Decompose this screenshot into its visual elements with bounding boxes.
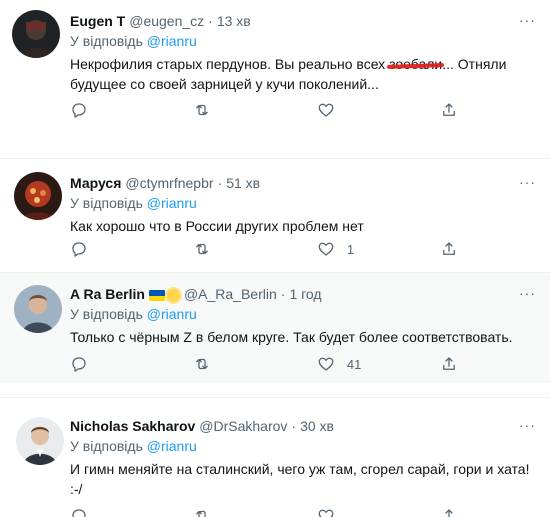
tweet-text-part: Некрофилия старых пердунов. Вы реально в… bbox=[70, 56, 390, 72]
profile-emojis bbox=[148, 289, 180, 302]
ukraine-flag-icon bbox=[148, 290, 165, 301]
reply-prefix: У відповідь bbox=[70, 195, 143, 211]
reply-prefix: У відповідь bbox=[70, 438, 143, 454]
redacted-word: зоебали bbox=[389, 56, 443, 72]
share-icon bbox=[443, 357, 456, 370]
share-icon bbox=[443, 509, 455, 517]
reply-icon bbox=[72, 357, 86, 372]
heart-icon bbox=[318, 242, 334, 256]
separator-dot: · bbox=[280, 286, 286, 302]
retweet-icon bbox=[196, 243, 209, 255]
reply-prefix: У відповідь bbox=[70, 33, 143, 49]
retweet-icon bbox=[196, 510, 207, 517]
timestamp[interactable]: 13 хв bbox=[217, 12, 251, 30]
mention-link[interactable]: @rianru bbox=[147, 33, 197, 49]
author-name[interactable]: A Ra Berlin bbox=[70, 285, 145, 303]
reply-icon bbox=[72, 103, 86, 118]
more-options-button[interactable]: ··· bbox=[519, 285, 536, 301]
tweet[interactable]: Маруся @ctymrfnepbr · 51 хв У відповідь … bbox=[0, 162, 550, 268]
like-button[interactable] bbox=[317, 101, 440, 119]
retweet-button[interactable] bbox=[193, 355, 316, 373]
share-icon bbox=[443, 103, 456, 116]
more-options-button[interactable]: ··· bbox=[519, 417, 536, 433]
like-count: 41 bbox=[346, 356, 362, 372]
tweet-text: Некрофилия старых пердунов. Вы реально в… bbox=[70, 54, 538, 94]
share-icon bbox=[443, 242, 456, 255]
author-name[interactable]: Eugen T bbox=[70, 12, 125, 30]
heart-icon bbox=[318, 357, 334, 371]
reply-context: У відповідь @rianru bbox=[70, 437, 538, 455]
reply-context: У відповідь @rianru bbox=[70, 194, 538, 212]
retweet-button[interactable] bbox=[193, 101, 316, 119]
reply-context: У відповідь @rianru bbox=[70, 32, 538, 50]
share-button[interactable] bbox=[440, 240, 470, 258]
separator-dot: · bbox=[291, 418, 297, 434]
reply-button[interactable] bbox=[70, 240, 193, 258]
retweet-button[interactable] bbox=[193, 240, 316, 258]
tweet-text: Только с чёрным Z в белом круге. Так буд… bbox=[70, 329, 513, 345]
share-button[interactable] bbox=[440, 101, 470, 119]
retweet-button[interactable] bbox=[193, 507, 316, 517]
share-button[interactable] bbox=[440, 355, 470, 373]
sunflower-icon bbox=[166, 289, 180, 302]
like-button[interactable] bbox=[317, 507, 440, 517]
timestamp[interactable]: 1 год bbox=[289, 285, 321, 303]
reply-context: У відповідь @rianru bbox=[70, 305, 538, 323]
author-handle[interactable]: @DrSakharov bbox=[199, 417, 287, 435]
tweet-text: И гимн меняйте на сталинский, чего уж та… bbox=[70, 461, 530, 497]
author-handle[interactable]: @A_Ra_Berlin bbox=[184, 285, 277, 303]
divider bbox=[0, 158, 550, 159]
tweet[interactable]: Nicholas Sakharov @DrSakharov · 30 хв У … bbox=[0, 405, 550, 517]
like-button[interactable]: 41 bbox=[317, 355, 440, 373]
retweet-icon bbox=[196, 104, 209, 116]
like-button[interactable]: 1 bbox=[317, 240, 440, 258]
avatar[interactable] bbox=[16, 417, 64, 465]
author-handle[interactable]: @eugen_cz bbox=[129, 12, 204, 30]
avatar[interactable] bbox=[12, 10, 60, 58]
mention-link[interactable]: @rianru bbox=[147, 195, 197, 211]
timestamp[interactable]: 51 хв bbox=[226, 174, 260, 192]
retweet-icon bbox=[196, 358, 209, 370]
more-options-button[interactable]: ··· bbox=[519, 174, 536, 190]
reply-button[interactable] bbox=[70, 101, 193, 119]
heart-icon bbox=[318, 509, 334, 517]
avatar[interactable] bbox=[14, 172, 62, 220]
reply-button[interactable] bbox=[70, 355, 193, 373]
author-name[interactable]: Nicholas Sakharov bbox=[70, 417, 195, 435]
tweet[interactable]: Eugen T @eugen_cz · 13 хв У відповідь @r… bbox=[0, 0, 550, 152]
like-count: 1 bbox=[346, 241, 355, 257]
reply-prefix: У відповідь bbox=[70, 306, 143, 322]
separator-dot: · bbox=[208, 13, 213, 29]
author-handle[interactable]: @ctymrfnepbr bbox=[125, 174, 213, 192]
heart-icon bbox=[318, 103, 334, 117]
tweet[interactable]: A Ra Berlin @A_Ra_Berlin · 1 год У відпо… bbox=[0, 273, 550, 383]
reply-icon bbox=[72, 509, 86, 517]
separator-dot: · bbox=[217, 175, 223, 191]
mention-link[interactable]: @rianru bbox=[147, 306, 197, 322]
tweet-text: Как хорошо что в России других проблем н… bbox=[70, 218, 364, 234]
author-name[interactable]: Маруся bbox=[70, 174, 121, 192]
share-button[interactable] bbox=[440, 507, 470, 517]
divider bbox=[0, 397, 550, 398]
reply-icon bbox=[72, 242, 86, 257]
more-options-button[interactable]: ··· bbox=[519, 12, 536, 28]
mention-link[interactable]: @rianru bbox=[147, 438, 197, 454]
timestamp[interactable]: 30 хв bbox=[300, 417, 334, 435]
avatar[interactable] bbox=[14, 285, 62, 333]
reply-button[interactable] bbox=[70, 507, 193, 517]
